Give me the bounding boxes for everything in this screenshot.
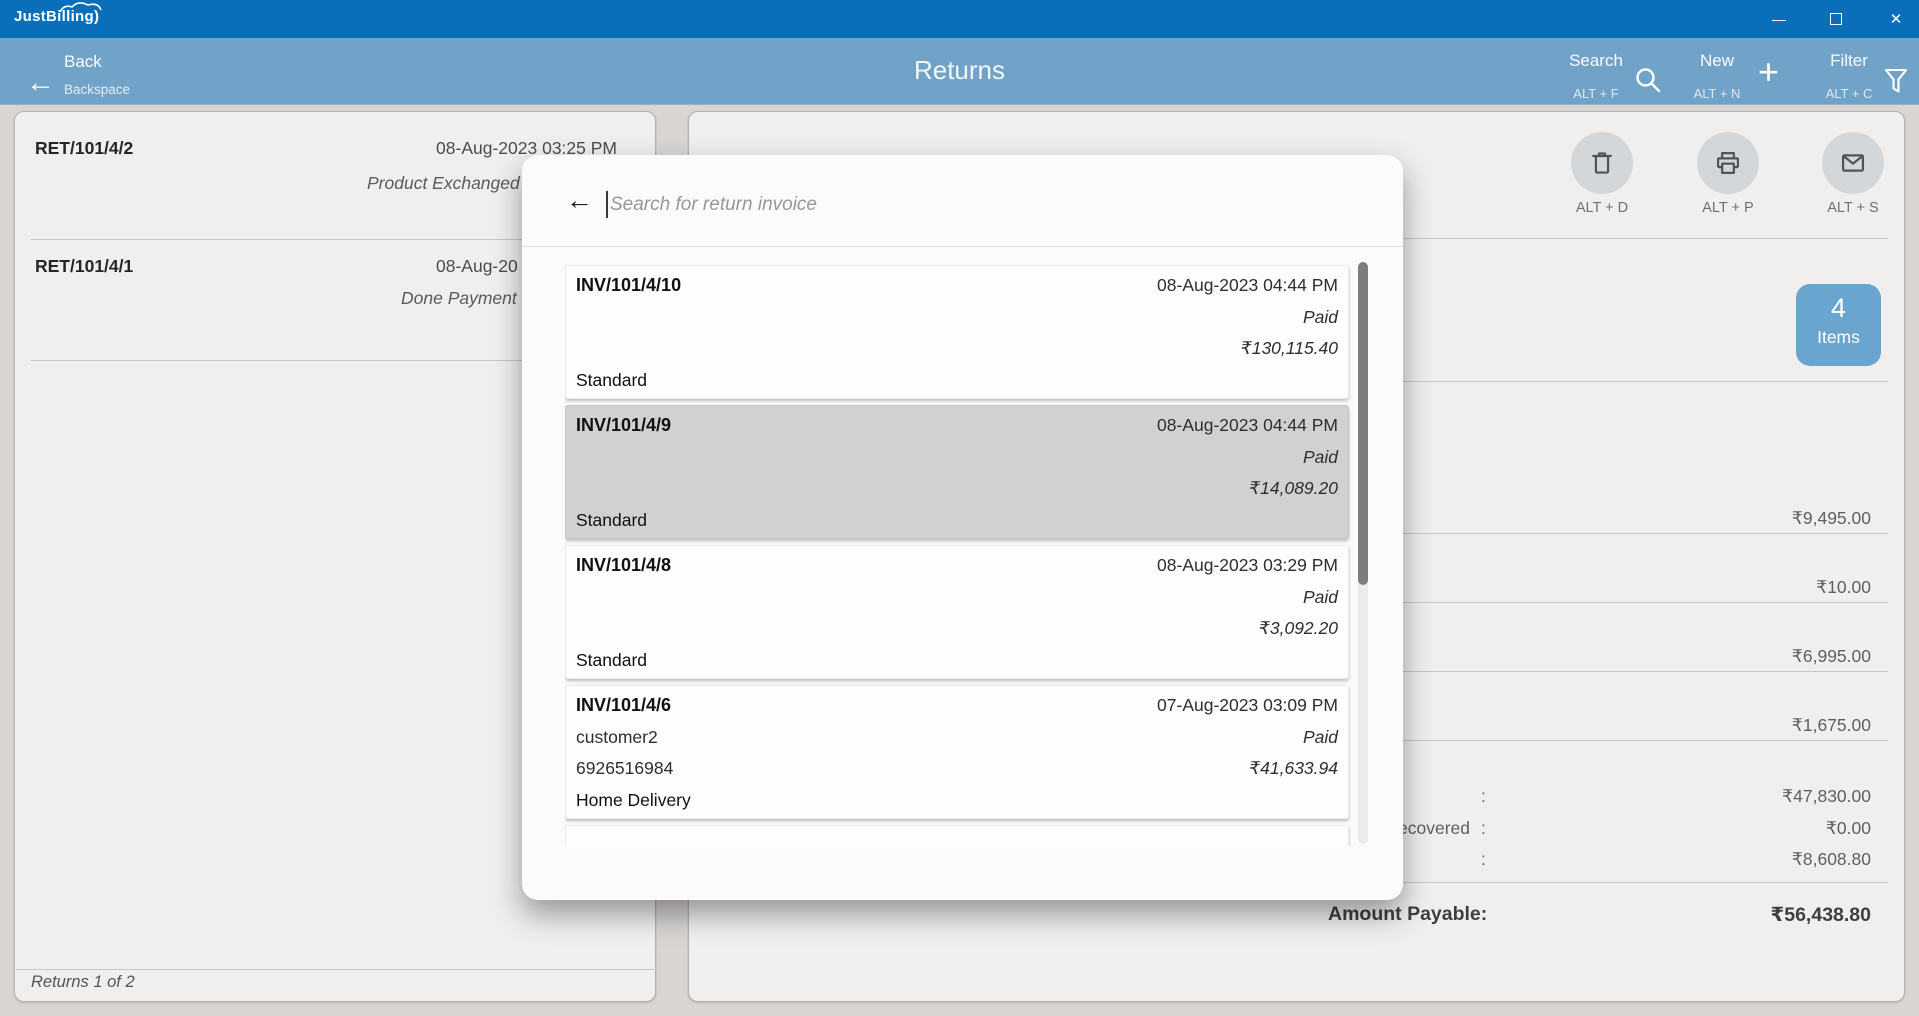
invoice-customer: customer2 — [576, 722, 658, 754]
line-item-amount: ₹1,675.00 — [1792, 715, 1871, 736]
invoice-datetime: 08-Aug-2023 04:44 PM — [1157, 410, 1338, 442]
app-window: JustBilling) — ✕ ← Back Backspace Return… — [0, 0, 1919, 1016]
invoice-id: INV/101/4/6 — [576, 690, 671, 722]
divider — [522, 246, 1403, 247]
close-button[interactable]: ✕ — [1873, 0, 1919, 38]
invoice-datetime: 07-Aug-2023 03:09 PM — [1157, 690, 1338, 722]
titlebar: JustBilling) — ✕ — [0, 0, 1919, 38]
invoice-amount: ₹130,115.40 — [1241, 333, 1338, 365]
search-button[interactable]: Search ALT + F — [1555, 38, 1637, 105]
invoice-delivery-type: Standard — [576, 365, 647, 397]
invoice-id: INV/101/4/10 — [576, 270, 681, 302]
search-icon[interactable] — [1634, 66, 1661, 93]
filter-button[interactable]: Filter ALT + C — [1806, 38, 1892, 105]
envelope-icon — [1838, 149, 1868, 177]
search-label: Search — [1555, 51, 1637, 71]
invoice-amount: ₹41,633.94 — [1249, 753, 1338, 785]
invoice-status: Paid — [1303, 722, 1338, 754]
delete-shortcut: ALT + D — [1557, 200, 1647, 216]
maximize-icon — [1830, 13, 1842, 25]
filter-label: Filter — [1806, 51, 1892, 71]
invoice-list: INV/101/4/10 08-Aug-2023 04:44 PM Paid ₹1… — [565, 260, 1370, 846]
command-header: ← Back Backspace Returns Search ALT + F … — [0, 38, 1919, 105]
line-item-amount: ₹6,995.00 — [1792, 646, 1871, 667]
invoice-search-input[interactable] — [610, 188, 1250, 222]
send-shortcut: ALT + S — [1808, 200, 1898, 216]
invoice-amount: ₹3,092.20 — [1259, 613, 1338, 645]
new-button[interactable]: New ALT + N — [1676, 38, 1758, 105]
filter-icon[interactable] — [1884, 68, 1908, 94]
invoice-status: Paid — [1303, 442, 1338, 474]
invoice-row-1[interactable]: INV/101/4/10 08-Aug-2023 04:44 PM Paid ₹1… — [565, 265, 1349, 399]
invoice-row-5-partial[interactable] — [565, 825, 1349, 846]
summary-colon: : — [1481, 786, 1486, 807]
print-button[interactable] — [1697, 132, 1759, 194]
summary-value: ₹0.00 — [1826, 818, 1871, 839]
new-label: New — [1676, 51, 1758, 71]
dialog-back-button[interactable]: ← — [566, 185, 593, 216]
logo-cloud-icon — [58, 2, 104, 14]
search-shortcut: ALT + F — [1555, 86, 1637, 101]
footer-divider — [16, 969, 654, 970]
invoice-phone: 6926516984 — [576, 753, 673, 785]
print-shortcut: ALT + P — [1683, 200, 1773, 216]
returns-pagination: Returns 1 of 2 — [31, 973, 135, 992]
return-id: RET/101/4/1 — [35, 256, 133, 277]
items-caption: Items — [1796, 327, 1881, 348]
send-button[interactable] — [1822, 132, 1884, 194]
invoice-id: INV/101/4/9 — [576, 410, 671, 442]
invoice-id: INV/101/4/8 — [576, 550, 671, 582]
line-item-amount: ₹9,495.00 — [1792, 508, 1871, 529]
invoice-amount: ₹14,089.20 — [1249, 473, 1338, 505]
invoice-row-2-selected[interactable]: INV/101/4/9 08-Aug-2023 04:44 PM Paid ₹14… — [565, 405, 1349, 539]
summary-value: ₹8,608.80 — [1792, 849, 1871, 870]
return-datetime: 08-Aug-20 — [436, 256, 518, 277]
amount-payable-label: Amount Payable: — [1328, 903, 1487, 926]
summary-colon: : — [1481, 818, 1486, 839]
invoice-delivery-type: Home Delivery — [576, 785, 691, 817]
filter-shortcut: ALT + C — [1806, 86, 1892, 101]
invoice-status: Paid — [1303, 582, 1338, 614]
delete-button[interactable] — [1571, 132, 1633, 194]
trash-icon — [1588, 149, 1616, 177]
invoice-row-3[interactable]: INV/101/4/8 08-Aug-2023 03:29 PM Paid ₹3,… — [565, 545, 1349, 679]
invoice-status: Paid — [1303, 302, 1338, 334]
new-shortcut: ALT + N — [1676, 86, 1758, 101]
maximize-button[interactable] — [1813, 0, 1859, 38]
amount-payable-value: ₹56,438.80 — [1771, 903, 1871, 927]
text-caret — [606, 191, 608, 218]
return-id: RET/101/4/2 — [35, 138, 133, 159]
invoice-delivery-type: Standard — [576, 645, 647, 677]
return-status: Done Payment — [401, 288, 517, 309]
plus-icon[interactable]: + — [1758, 54, 1779, 90]
minimize-button[interactable]: — — [1756, 0, 1802, 38]
printer-icon — [1714, 149, 1742, 177]
items-count: 4 — [1796, 293, 1881, 324]
invoice-datetime: 08-Aug-2023 04:44 PM — [1157, 270, 1338, 302]
return-status: Product Exchanged — [367, 173, 520, 194]
return-invoice-search-dialog: ← INV/101/4/10 08-Aug-2023 04:44 PM Paid … — [522, 155, 1403, 900]
list-scrollbar-thumb[interactable] — [1358, 262, 1368, 585]
summary-value: ₹47,830.00 — [1782, 786, 1871, 807]
invoice-row-4[interactable]: INV/101/4/6 07-Aug-2023 03:09 PM customer… — [565, 685, 1349, 819]
summary-colon: : — [1481, 849, 1486, 870]
invoice-delivery-type: Standard — [576, 505, 647, 537]
items-count-badge: 4 Items — [1796, 284, 1881, 366]
line-item-amount: ₹10.00 — [1816, 577, 1871, 598]
invoice-datetime: 08-Aug-2023 03:29 PM — [1157, 550, 1338, 582]
